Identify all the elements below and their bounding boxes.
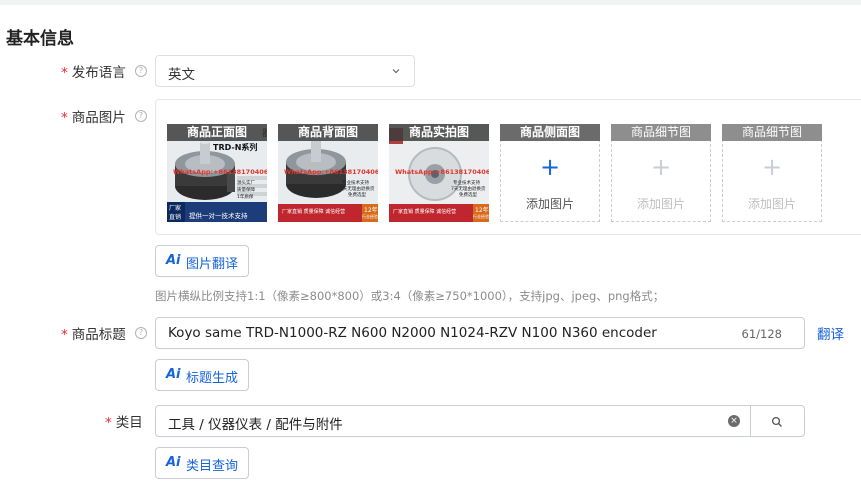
images-label-text: 商品图片 (71, 110, 126, 126)
plus-icon: + (539, 153, 561, 181)
image-slot-caption: 商品背面图 (278, 124, 378, 141)
title-label-text: 商品标题 (71, 327, 126, 343)
language-label: * 发布语言 (61, 61, 126, 81)
image-slot-caption: 商品细节图 (722, 124, 822, 141)
image-translate-label: 图片翻译 (186, 257, 239, 272)
title-char-count: 61/128 (741, 327, 782, 341)
photo-side-text: 免费选型 (348, 193, 366, 198)
required-marker: * (61, 65, 68, 81)
top-divider (0, 0, 861, 5)
category-search-button[interactable] (750, 405, 805, 437)
category-query-label: 类目查询 (186, 459, 239, 474)
photo-side-text: 质量保障 (237, 188, 255, 193)
category-label-text: 类目 (115, 415, 143, 431)
photo-whatsapp-text: WhatsApp:+8613817040688 (284, 168, 378, 176)
language-select[interactable]: 英文 (155, 55, 415, 87)
search-icon (771, 416, 782, 427)
category-query-button[interactable]: Ai 类目查询 (155, 447, 249, 479)
photo-series-text: TRD-N系列 (213, 143, 258, 152)
image-slot-back[interactable]: WhatsApp:+8613817040688 专业技术支持 7天无理由退换货 … (278, 124, 378, 222)
add-image-text: 添加图片 (525, 197, 574, 211)
photo-corner-text: 直销 (169, 214, 182, 221)
product-title-value: Koyo same TRD-N1000-RZ N600 N2000 N1024-… (168, 325, 657, 341)
title-label: * 商品标题 (61, 323, 126, 343)
clear-icon[interactable]: × (728, 415, 740, 427)
ai-icon: Ai (166, 253, 181, 268)
language-label-text: 发布语言 (71, 65, 126, 81)
add-image-text: 添加图片 (747, 197, 796, 211)
title-generate-button[interactable]: Ai 标题生成 (155, 359, 249, 391)
image-slot-detail-1[interactable]: 商品细节图 + 添加图片 (611, 124, 711, 222)
title-generate-label: 标题生成 (186, 371, 239, 386)
language-select-value: 英文 (168, 67, 195, 83)
image-slot-real[interactable]: WhatsApp:+8613817040688 专业技术支持 7天无理由退换货 … (389, 124, 489, 222)
image-slot-caption: 商品细节图 (611, 124, 711, 141)
image-slot-caption: 商品实拍图 (389, 124, 489, 141)
image-slot-caption: 商品侧面图 (500, 124, 600, 141)
images-label: * 商品图片 (61, 106, 126, 126)
help-icon[interactable]: ? (135, 110, 147, 122)
image-slot-detail-2[interactable]: 商品细节图 + 添加图片 (722, 124, 822, 222)
ai-icon: Ai (166, 455, 181, 470)
photo-years-sub: 行业经验 (473, 214, 489, 219)
category-label: * 类目 (105, 411, 143, 431)
photo-whatsapp-text: WhatsApp:+8613817040688 (173, 168, 267, 176)
photo-years-text: 12年 (364, 207, 378, 214)
image-slot-caption: 商品正面图 (167, 124, 267, 141)
required-marker: * (105, 415, 112, 431)
photo-side-text: 免费选型 (459, 193, 477, 198)
title-translate-link[interactable]: 翻译 (817, 323, 844, 343)
photo-side-text: 1年质保 (237, 195, 254, 200)
required-marker: * (61, 327, 68, 343)
photo-footer-text: 厂家直销 质量保障 诚信经营 (282, 209, 346, 215)
image-format-hint: 图片横纵比例支持1:1（像素≥800*800）或3:4（像素≥750*1000）… (155, 289, 665, 303)
chevron-down-icon (392, 69, 400, 74)
help-icon[interactable]: ? (135, 65, 147, 77)
plus-icon: + (650, 153, 672, 181)
plus-icon: + (761, 153, 783, 181)
ai-icon: Ai (166, 367, 181, 382)
photo-years-text: 12年 (475, 207, 489, 214)
image-slot-side[interactable]: 商品侧面图 + 添加图片 (500, 124, 600, 222)
photo-years-sub: 行业经验 (362, 214, 378, 219)
category-value: 工具 / 仪器仪表 / 配件与附件 (168, 417, 343, 433)
required-marker: * (61, 110, 68, 126)
image-translate-button[interactable]: Ai 图片翻译 (155, 245, 249, 277)
photo-corner-text: 厂家 (169, 205, 182, 212)
photo-side-text: 源头实厂 (237, 181, 255, 186)
add-image-text: 添加图片 (636, 197, 685, 211)
section-title: 基本信息 (6, 29, 74, 49)
photo-whatsapp-text: WhatsApp:+8613817040688 (395, 168, 489, 176)
image-slot-front[interactable]: 器 TRD-N系列 WhatsApp:+8613817040688 源头实厂 质… (167, 124, 267, 222)
photo-footer-text: 提供一对一技术支持 (189, 212, 248, 220)
photo-footer-text: 厂家直销 质量保障 诚信经营 (393, 209, 457, 215)
category-input[interactable]: 工具 / 仪器仪表 / 配件与附件 × (155, 405, 751, 437)
product-title-input[interactable]: Koyo same TRD-N1000-RZ N600 N2000 N1024-… (155, 317, 805, 349)
help-icon[interactable]: ? (135, 327, 147, 339)
